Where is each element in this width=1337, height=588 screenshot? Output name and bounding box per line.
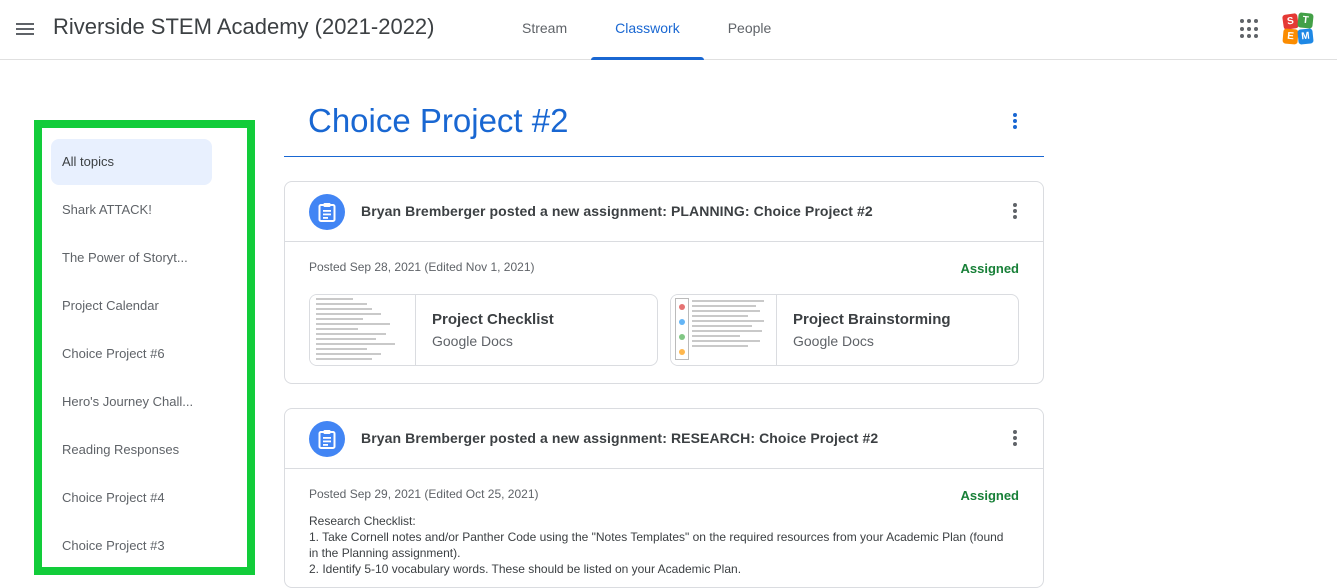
avatar-letter: E <box>1282 28 1299 45</box>
avatar-letter: S <box>1282 13 1299 30</box>
topic-all-topics[interactable]: All topics <box>51 139 212 185</box>
tab-people[interactable]: People <box>704 0 796 60</box>
more-options-icon[interactable] <box>1007 430 1023 448</box>
more-options-icon[interactable] <box>1007 203 1023 221</box>
google-apps-icon[interactable] <box>1240 19 1260 39</box>
topic-item[interactable]: Choice Project #3 <box>51 523 212 569</box>
document-thumbnail <box>671 295 777 365</box>
avatar-letter: T <box>1297 12 1314 29</box>
posted-date: Posted Sep 29, 2021 (Edited Oct 25, 2021… <box>309 487 539 501</box>
topic-item[interactable]: Choice Project #4 <box>51 475 212 521</box>
status-badge: Assigned <box>960 261 1019 276</box>
topic-title: Choice Project #2 <box>308 102 569 139</box>
assignment-card[interactable]: Bryan Bremberger posted a new assignment… <box>284 181 1044 384</box>
document-thumbnail <box>310 295 416 365</box>
assignment-icon <box>309 421 345 457</box>
attachment-project-brainstorming[interactable]: Project Brainstorming Google Docs <box>670 294 1019 366</box>
tab-stream[interactable]: Stream <box>498 0 591 60</box>
assignment-card[interactable]: Bryan Bremberger posted a new assignment… <box>284 408 1044 588</box>
status-badge: Assigned <box>960 488 1019 503</box>
class-tabs: Stream Classwork People <box>498 0 795 60</box>
topic-item[interactable]: Choice Project #6 <box>51 331 212 377</box>
topic-more-icon[interactable] <box>1007 113 1023 131</box>
tab-classwork[interactable]: Classwork <box>591 0 704 60</box>
topics-sidebar: All topics Shark ATTACK! The Power of St… <box>34 120 255 575</box>
topic-item[interactable]: Hero's Journey Chall... <box>51 379 212 425</box>
description-line: 1. Take Cornell notes and/or Panther Cod… <box>309 530 1004 560</box>
attachment-type: Google Docs <box>793 333 874 349</box>
assignment-title[interactable]: Bryan Bremberger posted a new assignment… <box>361 203 873 219</box>
description-line: 2. Identify 5-10 vocabulary words. These… <box>309 562 742 576</box>
class-title[interactable]: Riverside STEM Academy (2021-2022) <box>53 14 435 40</box>
assignment-header[interactable]: Bryan Bremberger posted a new assignment… <box>285 409 1043 469</box>
topic-header: Choice Project #2 <box>284 96 1044 157</box>
topic-item[interactable]: The Power of Storyt... <box>51 235 212 281</box>
attachment-type: Google Docs <box>432 333 513 349</box>
topic-item[interactable]: Project Calendar <box>51 283 212 329</box>
topic-item[interactable]: Shark ATTACK! <box>51 187 212 233</box>
topic-item[interactable]: Reading Responses <box>51 427 212 473</box>
top-bar: Riverside STEM Academy (2021-2022) Strea… <box>0 0 1337 60</box>
avatar-letter: M <box>1297 28 1314 45</box>
attachment-title: Project Brainstorming <box>793 311 951 328</box>
main-menu-icon[interactable] <box>14 18 36 40</box>
assignment-header[interactable]: Bryan Bremberger posted a new assignment… <box>285 182 1043 242</box>
description-line: Research Checklist: <box>309 514 416 528</box>
avatar[interactable]: S T E M <box>1282 12 1314 45</box>
attachment-title: Project Checklist <box>432 311 554 328</box>
assignment-title[interactable]: Bryan Bremberger posted a new assignment… <box>361 430 878 446</box>
assignment-icon <box>309 194 345 230</box>
attachment-project-checklist[interactable]: Project Checklist Google Docs <box>309 294 658 366</box>
assignment-description: Research Checklist: 1. Take Cornell note… <box>309 513 1009 577</box>
posted-date: Posted Sep 28, 2021 (Edited Nov 1, 2021) <box>309 260 535 274</box>
